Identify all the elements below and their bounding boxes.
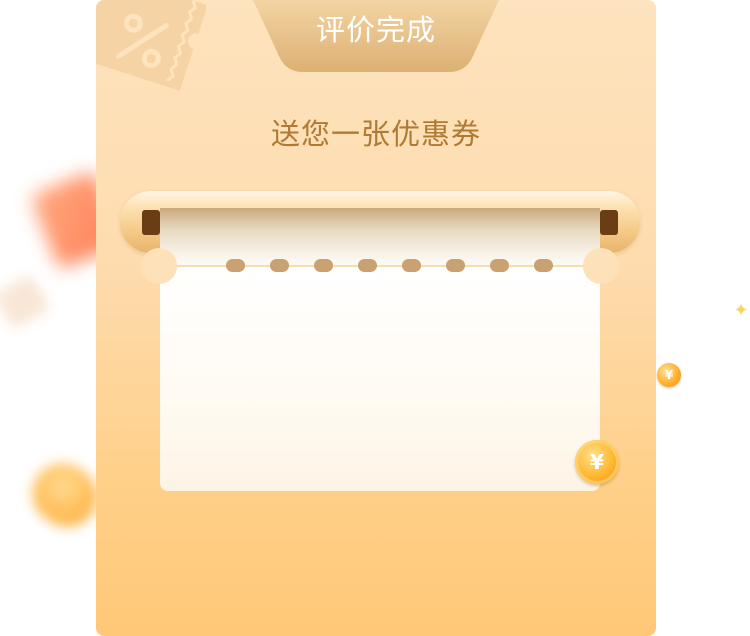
perforation-dot — [226, 259, 245, 272]
roller-cap-left — [142, 210, 160, 235]
roller-cap-right — [600, 210, 618, 235]
perforation-dot — [358, 259, 377, 272]
percent-coupon-icon — [96, 0, 206, 110]
perforation-dot — [490, 259, 509, 272]
coupon-reward-overlay: ✦ ¥ 评价完成 送您一张优惠券 ¥ — [0, 0, 750, 636]
perforation-dot — [402, 259, 421, 272]
sparkle-icon: ✦ — [733, 300, 749, 321]
perforation-dot — [446, 259, 465, 272]
perforation-dot — [270, 259, 289, 272]
header-tab: 评价完成 — [253, 0, 499, 72]
yuan-coin-icon: ¥ — [575, 440, 619, 484]
perforation-dot — [314, 259, 333, 272]
coupon-paper — [160, 266, 600, 491]
coupon-notch-right — [583, 248, 619, 284]
floating-blur-decoration — [0, 273, 52, 331]
perforation-dots — [226, 259, 556, 273]
coupon-notch-left — [141, 248, 177, 284]
coupon-gift-subtitle: 送您一张优惠券 — [270, 117, 481, 151]
yuan-coin-icon: ¥ — [657, 363, 681, 387]
header-tab-label: 评价完成 — [315, 13, 436, 47]
coupon-card: 评价完成 送您一张优惠券 ¥ — [96, 0, 656, 636]
perforation-dot — [534, 259, 553, 272]
